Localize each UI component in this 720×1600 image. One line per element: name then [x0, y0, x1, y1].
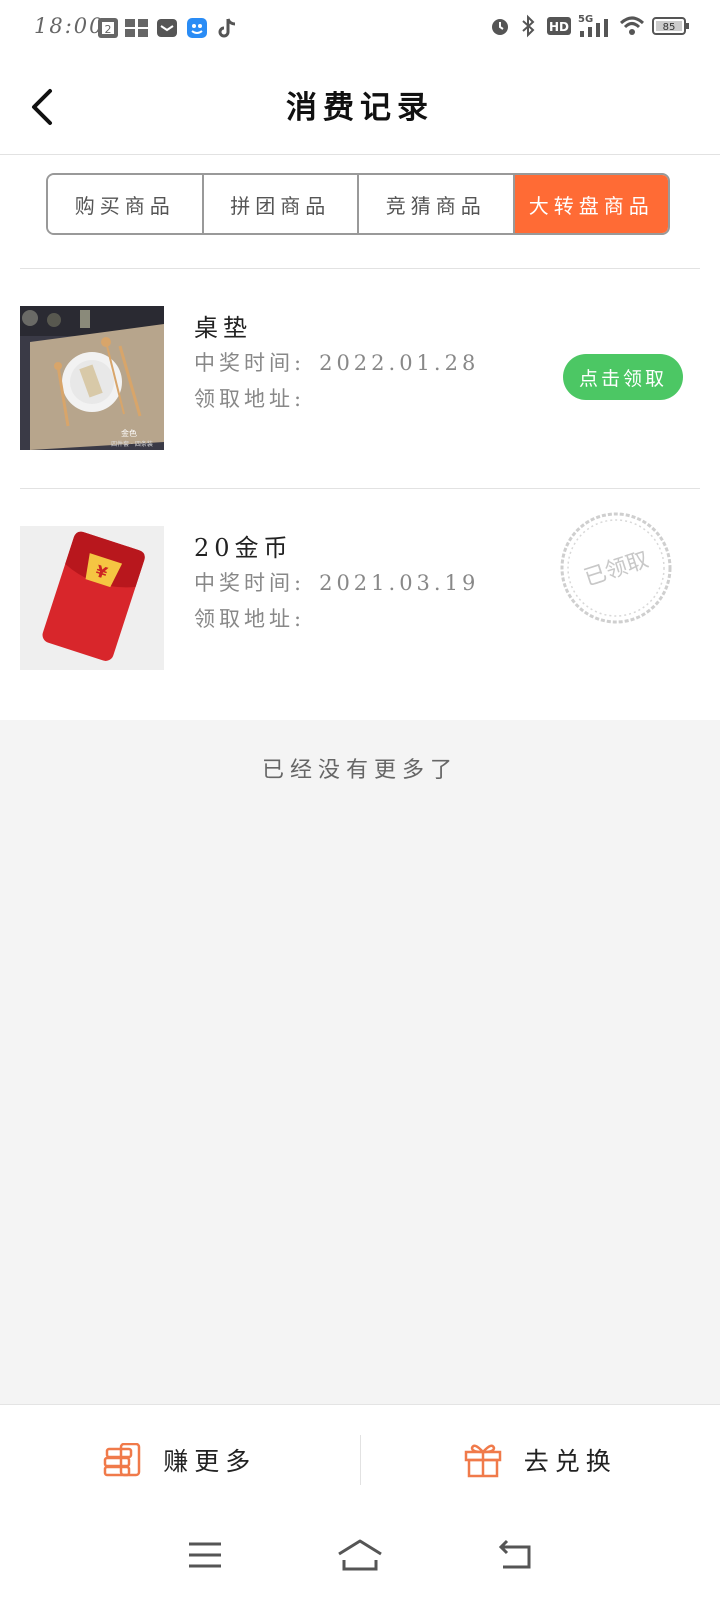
message-icon — [156, 16, 178, 40]
earn-more-button[interactable]: 赚更多 — [0, 1405, 360, 1515]
claimed-stamp: 已领取 — [558, 510, 674, 626]
category-tabs: 购买商品 拼团商品 竞猜商品 大转盘商品 — [46, 173, 670, 235]
thumbnail-caption: 金色 — [121, 428, 137, 438]
divider — [20, 268, 700, 269]
pickup-address-row: 领取地址: — [194, 603, 305, 633]
gift-icon — [464, 1444, 501, 1478]
win-time-value: 2022.01.28 — [319, 351, 480, 375]
notification-box-icon: 2 — [97, 16, 119, 40]
battery-level: 85 — [663, 22, 676, 33]
system-navigation-bar — [0, 1514, 720, 1600]
yingshi-app-icon — [124, 16, 150, 40]
tab-guess-goods[interactable]: 竞猜商品 — [359, 175, 515, 233]
battery-icon: 85 — [652, 16, 690, 40]
win-time-label: 中奖时间: — [194, 351, 306, 375]
pickup-address-label: 领取地址: — [194, 607, 306, 631]
divider — [20, 488, 700, 489]
bluetooth-icon — [518, 14, 540, 42]
app-header: 消费记录 — [0, 58, 720, 155]
pickup-address-label: 领取地址: — [194, 387, 306, 411]
win-time-value: 2021.03.19 — [319, 571, 480, 595]
records-content: 购买商品 拼团商品 竞猜商品 大转盘商品 金色 四件套 · 四条装 桌垫 中奖时… — [0, 155, 720, 720]
prize-name: 桌垫 — [194, 314, 252, 342]
pickup-address-row: 领取地址: — [194, 383, 305, 413]
alarm-icon — [489, 15, 511, 41]
win-time-row: 中奖时间: 2022.01.28 — [194, 347, 479, 377]
status-right-icons: HD 5G 85 — [489, 14, 690, 42]
tiktok-icon — [216, 16, 238, 40]
status-time: 18:00 — [34, 14, 105, 38]
no-more-text: 已经没有更多了 — [261, 758, 458, 783]
home-icon[interactable] — [336, 1538, 384, 1576]
page-title: 消费记录 — [286, 90, 434, 126]
hd-label: HD — [549, 20, 569, 34]
coins-stack-icon — [103, 1443, 141, 1477]
list-item: ¥ 20金币 中奖时间: 2021.03.19 领取地址: 已领取 — [0, 512, 720, 706]
product-thumbnail: 金色 四件套 · 四条装 — [20, 306, 164, 450]
tab-group-buy-goods[interactable]: 拼团商品 — [203, 175, 359, 233]
network-label: 5G — [578, 14, 593, 25]
claimed-stamp-text: 已领取 — [581, 547, 652, 591]
claim-button[interactable]: 点击领取 — [563, 354, 683, 400]
win-time-label: 中奖时间: — [194, 571, 306, 595]
thumbnail-subcaption: 四件套 · 四条装 — [111, 440, 153, 448]
status-bar: 18:00 2 HD 5G 85 — [0, 0, 720, 58]
baidu-app-icon — [186, 16, 208, 40]
menu-icon[interactable] — [187, 1540, 223, 1574]
red-packet-thumbnail: ¥ — [20, 526, 164, 670]
back-nav-icon[interactable] — [497, 1539, 533, 1575]
earn-more-label: 赚更多 — [163, 1447, 257, 1476]
tab-wheel-goods[interactable]: 大转盘商品 — [514, 175, 668, 233]
hd-icon: HD — [547, 16, 571, 40]
svg-text:2: 2 — [105, 23, 112, 36]
list-item: 金色 四件套 · 四条装 桌垫 中奖时间: 2022.01.28 领取地址: 点击… — [0, 306, 720, 486]
consumption-records-page: 18:00 2 HD 5G 85 消费记录 购买商品 拼团商品 竞猜商品 大转盘… — [0, 0, 720, 1600]
wifi-icon — [619, 15, 645, 41]
win-time-row: 中奖时间: 2021.03.19 — [194, 567, 479, 597]
bottom-action-bar: 赚更多 去兑换 — [0, 1404, 720, 1515]
signal-5g-icon: 5G — [578, 13, 612, 43]
exchange-button[interactable]: 去兑换 — [361, 1405, 720, 1515]
tab-purchase-goods[interactable]: 购买商品 — [48, 175, 204, 233]
prize-name: 20金币 — [194, 534, 293, 562]
exchange-label: 去兑换 — [523, 1447, 617, 1476]
